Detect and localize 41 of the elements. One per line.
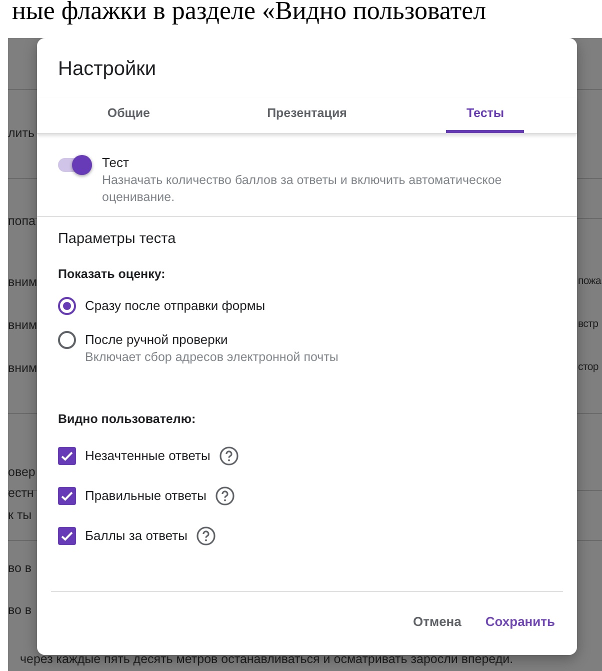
background-text: вним — [8, 318, 38, 332]
radio-button[interactable] — [58, 331, 76, 349]
save-button[interactable]: Сохранить — [477, 606, 563, 637]
group-label: Показать оценку: — [58, 267, 166, 281]
cancel-button[interactable]: Отмена — [404, 606, 470, 637]
dialog-title: Настройки — [57, 57, 158, 82]
radio-button[interactable] — [58, 297, 76, 315]
checkbox[interactable] — [58, 487, 76, 505]
help-icon[interactable] — [215, 486, 236, 506]
quiz-toggle[interactable] — [58, 158, 92, 172]
option-label: Сразу после отправки формы — [85, 297, 266, 315]
group-label: Видно пользователю: — [58, 412, 197, 426]
help-icon[interactable] — [219, 446, 240, 466]
help-icon[interactable] — [196, 526, 216, 546]
checkbox-label: Баллы за ответы — [85, 527, 188, 545]
background-text: во в — [8, 603, 32, 617]
background-text: овер — [8, 465, 36, 479]
checkbox-label: Незачтенные ответы — [85, 447, 210, 465]
background-text: вним — [8, 361, 38, 375]
background-text: встр — [578, 318, 598, 330]
option-label: После ручной проверки — [85, 331, 229, 349]
toggle-description: Назначать количество баллов за ответы и включить автоматическое оценивание. — [102, 172, 503, 206]
background-text: пожа — [578, 275, 602, 287]
background-text: лить — [8, 126, 35, 140]
checkbox[interactable] — [58, 447, 76, 465]
background-text: вним — [8, 275, 38, 289]
background-text: через каждые пять десять метров останавливаться и осматривать заросли впереди. — [20, 652, 514, 666]
checkbox[interactable] — [58, 527, 76, 545]
option-description: Включает сбор адресов электронной почты — [85, 349, 338, 366]
tab[interactable]: Общие — [90, 98, 168, 133]
section-title: Параметры теста — [58, 231, 177, 247]
tab[interactable]: Презентация — [253, 98, 361, 133]
background-text: естн — [8, 486, 34, 500]
document-text: ные флажки в разделе «Видно пользовател — [11, 0, 488, 27]
background-text: во в — [8, 561, 32, 575]
toggle-label: Тест — [102, 154, 130, 172]
background-text: к ты — [8, 508, 32, 522]
tab[interactable]: Тесты — [446, 98, 524, 133]
background-text: попа — [8, 214, 36, 228]
background-text: стор — [578, 361, 598, 373]
checkbox-label: Правильные ответы — [85, 487, 206, 505]
